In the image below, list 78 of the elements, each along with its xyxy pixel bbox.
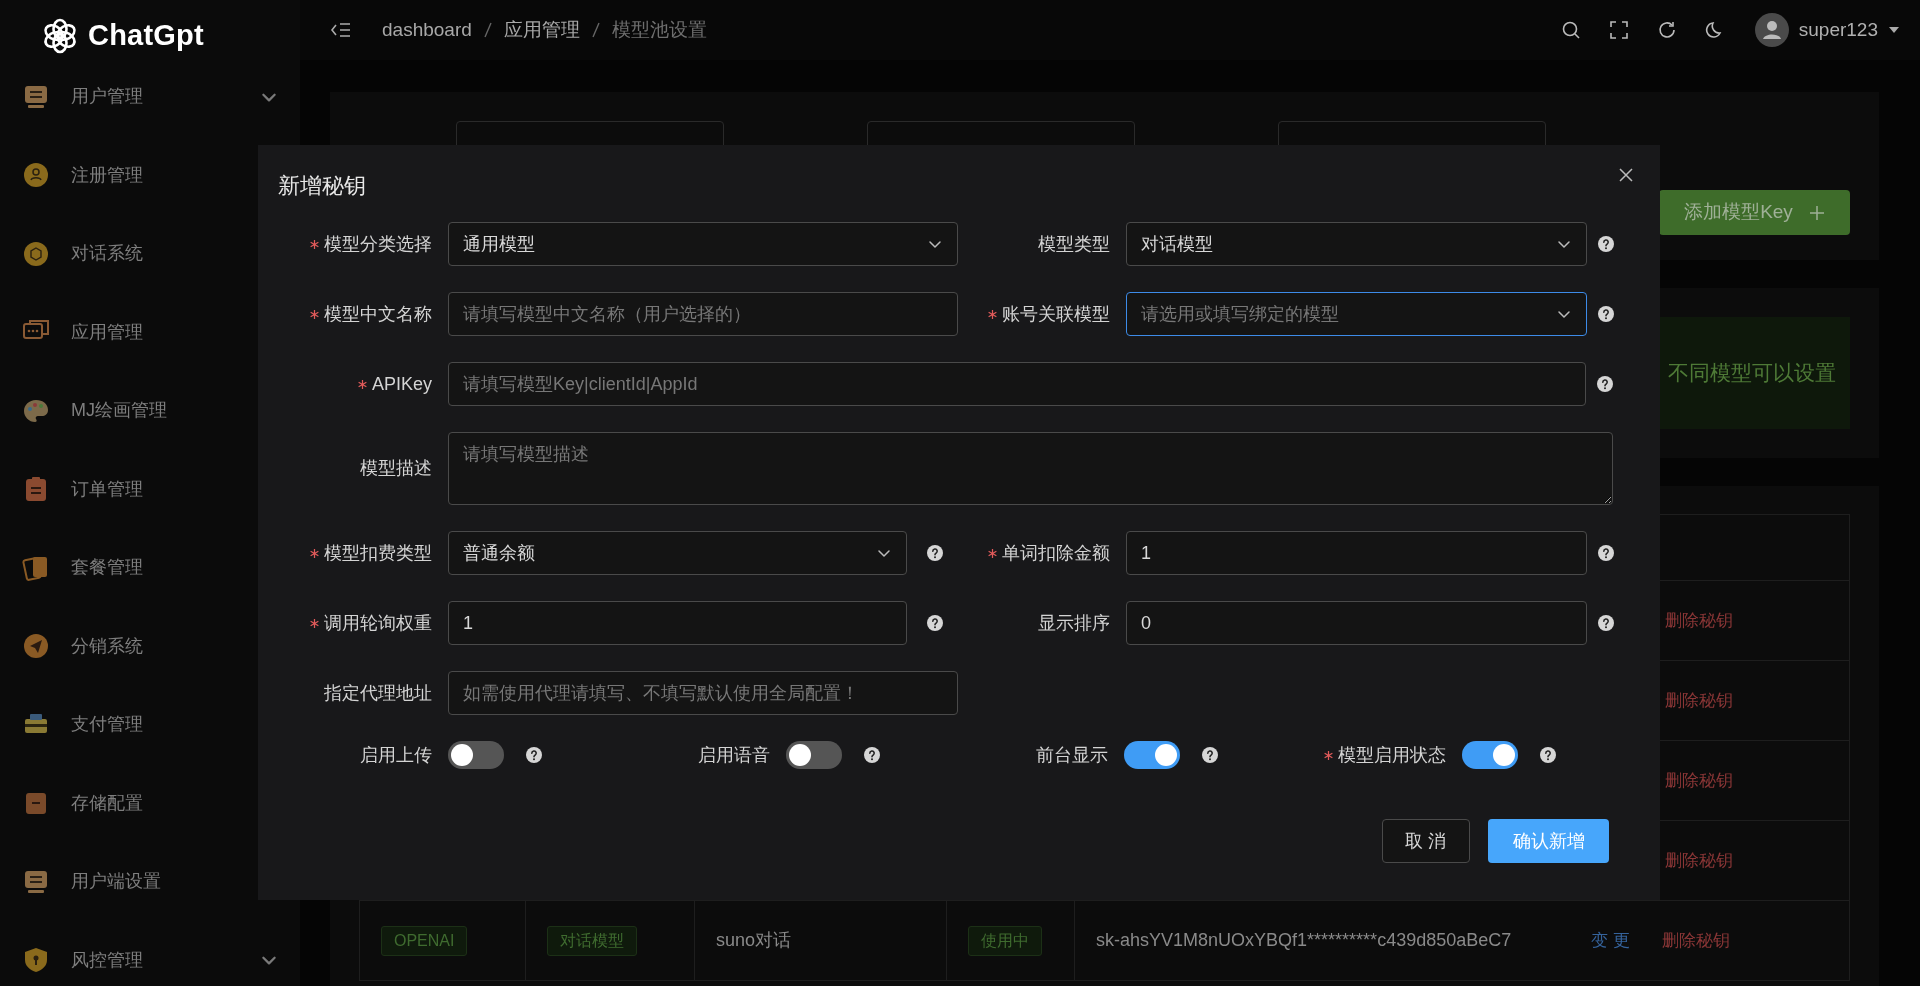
field-label: 启用上传 bbox=[360, 743, 432, 767]
field-label: 前台显示 bbox=[1036, 743, 1108, 767]
breadcrumb-link[interactable]: dashboard bbox=[382, 15, 472, 45]
sidebar-item[interactable]: 应用管理 bbox=[0, 293, 300, 372]
app-name: ChatGpt bbox=[88, 18, 204, 53]
help-icon[interactable] bbox=[1597, 376, 1613, 392]
tag: OPENAI bbox=[381, 925, 468, 956]
sidebar-item[interactable]: 订单管理 bbox=[0, 450, 300, 529]
refresh-icon[interactable] bbox=[1656, 20, 1677, 40]
text-area[interactable]: 请填写模型描述 bbox=[448, 432, 1613, 505]
input-field[interactable]: 0 bbox=[1126, 601, 1587, 645]
delete-link[interactable]: 删除秘钥 bbox=[1665, 767, 1733, 794]
sidebar-item[interactable]: MJ绘画管理 bbox=[0, 371, 300, 450]
api-key-text: sk-ahsYV1M8nUOxYBQf1**********c439d850aBeC7 bbox=[1096, 929, 1512, 952]
delete-link[interactable]: 删除秘钥 bbox=[1661, 927, 1730, 954]
delete-link[interactable]: 删除秘钥 bbox=[1665, 687, 1733, 714]
shield-icon bbox=[22, 946, 50, 975]
tag: 使用中 bbox=[968, 925, 1042, 956]
toggle-switch[interactable] bbox=[448, 741, 504, 769]
select-field[interactable]: 对话模型 bbox=[1126, 222, 1587, 266]
input-field[interactable]: 1 bbox=[1126, 531, 1587, 575]
toggle-switch[interactable] bbox=[1462, 741, 1518, 769]
sidebar-item[interactable]: 用户端设置 bbox=[0, 842, 300, 921]
change-link[interactable]: 变 更 bbox=[1591, 927, 1630, 954]
toggle-switch[interactable] bbox=[786, 741, 842, 769]
cube-icon bbox=[22, 239, 50, 268]
delete-link[interactable]: 删除秘钥 bbox=[1665, 607, 1733, 634]
breadcrumb-link[interactable]: 应用管理 bbox=[503, 15, 580, 45]
sidebar-item[interactable]: 存储配置 bbox=[0, 764, 300, 843]
select-field[interactable]: 通用模型 bbox=[448, 222, 958, 266]
tag: 对话模型 bbox=[547, 925, 637, 956]
help-icon[interactable] bbox=[1202, 747, 1218, 763]
sidebar-item[interactable]: 风控管理 bbox=[0, 921, 300, 986]
help-icon[interactable] bbox=[1598, 545, 1614, 561]
input-field[interactable]: 如需使用代理请填写、不填写默认使用全局配置！ bbox=[448, 671, 958, 715]
input-field[interactable]: 请填写模型Key|clientId|AppId bbox=[448, 362, 1586, 406]
field-label: 启用语音 bbox=[698, 743, 770, 767]
fullscreen-icon[interactable] bbox=[1608, 20, 1629, 40]
delete-link[interactable]: 删除秘钥 bbox=[1665, 847, 1733, 874]
breadcrumb-separator-icon bbox=[482, 21, 493, 39]
alert-text: 不同模型可以设置 bbox=[1668, 360, 1836, 387]
field-label: 显示排序 bbox=[1038, 611, 1110, 635]
field-label: 模型描述 bbox=[360, 457, 432, 480]
select-field[interactable]: 普通余额 bbox=[448, 531, 907, 575]
help-icon[interactable] bbox=[1598, 236, 1614, 252]
sidebar-item[interactable]: 用户管理 bbox=[0, 57, 300, 136]
caret-down-icon bbox=[1888, 25, 1900, 35]
field-label: 指定代理地址 bbox=[324, 681, 432, 705]
cancel-button[interactable]: 取 消 bbox=[1382, 819, 1470, 863]
help-icon[interactable] bbox=[1540, 747, 1556, 763]
search-icon[interactable] bbox=[1560, 20, 1581, 40]
sidebar-item[interactable]: 支付管理 bbox=[0, 685, 300, 764]
paper-plane-icon bbox=[22, 632, 50, 661]
toggle-switch[interactable] bbox=[1124, 741, 1180, 769]
help-icon[interactable] bbox=[1598, 306, 1614, 322]
avatar-icon[interactable] bbox=[1754, 13, 1789, 47]
table-cell-text: suno对话 bbox=[716, 929, 792, 952]
sidebar-item[interactable]: 套餐管理 bbox=[0, 528, 300, 607]
help-icon[interactable] bbox=[1598, 615, 1614, 631]
help-icon[interactable] bbox=[526, 747, 542, 763]
confirm-button[interactable]: 确认新增 bbox=[1488, 819, 1609, 863]
user-name[interactable]: super123 bbox=[1798, 15, 1878, 45]
input-field[interactable]: 1 bbox=[448, 601, 907, 645]
add-key-button[interactable]: 添加模型Key bbox=[1659, 190, 1850, 235]
input-field[interactable]: 请填写模型中文名称（用户选择的） bbox=[448, 292, 958, 336]
close-icon[interactable] bbox=[1618, 167, 1634, 183]
help-icon[interactable] bbox=[927, 545, 943, 561]
breadcrumb-separator-icon bbox=[590, 21, 601, 39]
collapse-menu-icon[interactable] bbox=[330, 21, 352, 39]
select-field[interactable]: 请选用或填写绑定的模型 bbox=[1126, 292, 1587, 336]
sidebar-item[interactable]: 分销系统 bbox=[0, 607, 300, 686]
sidebar-item[interactable]: 对话系统 bbox=[0, 214, 300, 293]
plus-icon bbox=[1808, 204, 1825, 221]
help-icon[interactable] bbox=[864, 747, 880, 763]
help-icon[interactable] bbox=[927, 615, 943, 631]
field-label: 模型类型 bbox=[1038, 232, 1110, 256]
dialog-title: 新增秘钥 bbox=[278, 171, 367, 200]
person-icon bbox=[22, 161, 50, 190]
